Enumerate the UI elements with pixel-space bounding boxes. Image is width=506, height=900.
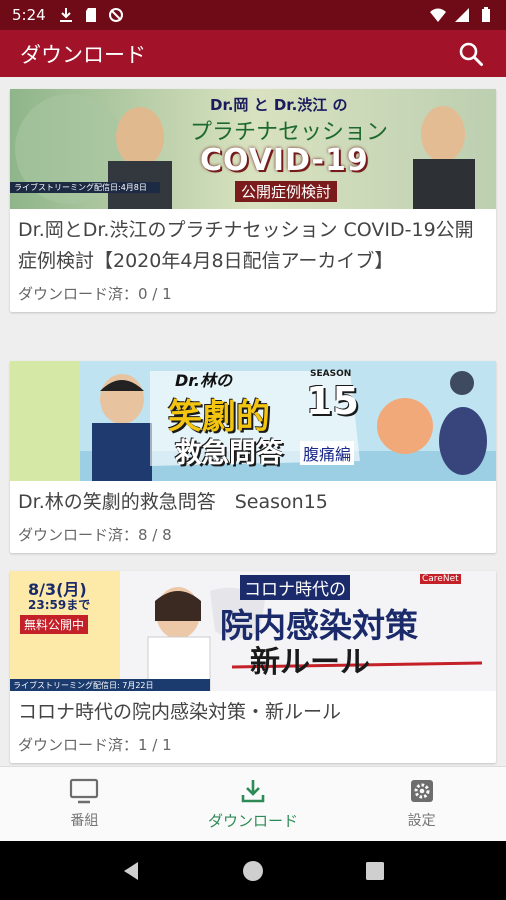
program-title: Dr.林の笑劇的救急問答 Season15 <box>18 491 328 513</box>
tv-icon <box>70 778 99 804</box>
download-status: ダウンロード済：0 / 1 <box>18 285 172 303</box>
status-bar: 5:24 <box>0 0 506 30</box>
thumb-line1: コロナ時代の <box>240 575 350 600</box>
thumb-line1: Dr.林の <box>175 371 232 390</box>
status-time: 5:24 <box>12 6 46 24</box>
app-bar: ダウンロード <box>0 30 506 77</box>
nav-item-programs[interactable]: 番組 <box>0 767 169 841</box>
thumb-season-label: SEASON <box>310 369 352 379</box>
signal-icon <box>455 8 469 22</box>
thumb-sub: 腹痛編 <box>300 441 355 465</box>
program-card[interactable]: 8/3(月) 23:59まで 無料公開中 コロナ時代の 院内感染対策 新ルール … <box>10 571 496 763</box>
gear-icon <box>410 780 433 802</box>
program-thumbnail: 8/3(月) 23:59まで 無料公開中 コロナ時代の 院内感染対策 新ルール … <box>10 571 496 691</box>
download-icon <box>59 8 72 22</box>
download-status: ダウンロード済：1 / 1 <box>18 736 172 754</box>
battery-icon <box>482 7 490 22</box>
sd-card-icon <box>85 8 96 22</box>
back-icon[interactable] <box>119 859 143 883</box>
thumb-line2: プラチナセッション <box>190 120 389 145</box>
download-icon <box>241 779 265 802</box>
program-card[interactable]: Dr.岡 と Dr.渋江 の プラチナセッション COVID-19 公開症例検討… <box>10 89 496 312</box>
thumb-badge: ライブストリーミング配信日:4月8日 <box>14 183 147 192</box>
wifi-icon <box>430 8 446 22</box>
thumb-season: 15 <box>306 379 359 423</box>
system-navigation <box>0 841 506 900</box>
nav-item-settings[interactable]: 設定 <box>337 767 506 841</box>
thumb-line3: 新ルール <box>250 645 370 680</box>
page-title: ダウンロード <box>20 42 146 67</box>
thumb-line4: 公開症例検討 <box>235 181 338 202</box>
recents-icon[interactable] <box>363 859 387 883</box>
thumb-line3: 救急問答 <box>175 438 283 469</box>
nav-label-downloads: ダウンロード <box>208 811 299 830</box>
thumb-free: 無料公開中 <box>20 615 89 634</box>
no-sync-icon <box>108 8 123 22</box>
program-title: Dr.岡とDr.渋江のプラチナセッション COVID-19公開症例検討【2020… <box>18 219 474 272</box>
nav-label-settings: 設定 <box>407 813 436 829</box>
download-list: Dr.岡 と Dr.渋江 の プラチナセッション COVID-19 公開症例検討… <box>0 77 506 766</box>
program-thumbnail: Dr.林の 笑劇的 救急問答 SEASON 15 腹痛編 <box>10 361 496 481</box>
thumb-brand: CareNet <box>420 574 461 584</box>
bottom-navigation: 番組 ダウンロード 設定 <box>0 766 506 841</box>
thumb-line3: COVID-19 <box>200 143 369 178</box>
program-thumbnail: Dr.岡 と Dr.渋江 の プラチナセッション COVID-19 公開症例検討… <box>10 89 496 209</box>
nav-item-downloads[interactable]: ダウンロード <box>169 767 338 841</box>
nav-label-programs: 番組 <box>70 813 99 829</box>
thumb-badge: ライブストリーミング配信日: 7月22日 <box>13 681 154 690</box>
program-title: コロナ時代の院内感染対策・新ルール <box>18 701 342 723</box>
program-card[interactable]: Dr.林の 笑劇的 救急問答 SEASON 15 腹痛編 Dr.林の笑劇的救急問… <box>10 361 496 553</box>
home-icon[interactable] <box>241 859 265 883</box>
thumb-time: 23:59まで <box>28 598 91 612</box>
download-status: ダウンロード済：8 / 8 <box>18 526 172 544</box>
thumb-line1: Dr.岡 と Dr.渋江 の <box>210 96 348 114</box>
search-icon <box>459 42 483 66</box>
search-button[interactable] <box>456 39 486 69</box>
